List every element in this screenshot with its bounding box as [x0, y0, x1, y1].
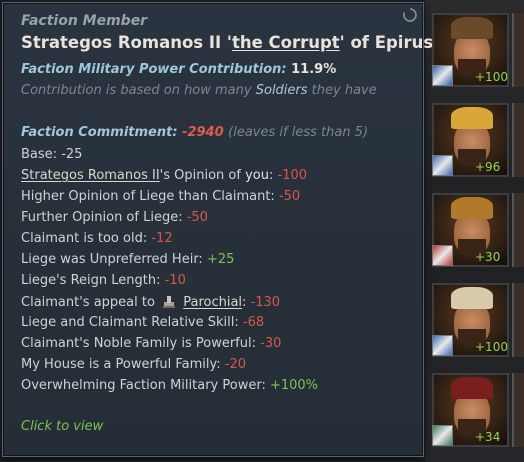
headwear: [451, 197, 493, 219]
military-power-line: Faction Military Power Contribution: 11.…: [21, 62, 336, 77]
modifier-row: Liege's Reign Length: -10: [21, 273, 186, 288]
modifier-row: Overwhelming Faction Military Power: +10…: [21, 378, 318, 393]
power-label: Faction Military Power Contribution:: [21, 62, 287, 77]
row-value: -25: [61, 147, 83, 162]
contribution-note: Contribution is based on how many Soldie…: [21, 83, 377, 98]
opinion-score: +96: [475, 160, 501, 174]
character-link[interactable]: Strategos Romanos II: [21, 168, 160, 183]
headwear: [451, 107, 493, 129]
character-title: Strategos Romanos II 'the Corrupt' of Ep…: [21, 33, 433, 52]
title-suffix: ' of Epirus: [339, 33, 434, 52]
row-value: -30: [260, 336, 282, 351]
opinion-score: +100: [475, 340, 508, 354]
modifier-row: Claimant is too old: -12: [21, 231, 173, 246]
row-value: -130: [250, 295, 281, 310]
headwear: [451, 17, 493, 39]
row-label: Higher Opinion of Liege than Claimant:: [21, 189, 279, 204]
modifier-row: Higher Opinion of Liege than Claimant: -…: [21, 189, 300, 204]
coat-of-arms-icon[interactable]: [432, 245, 453, 266]
modifier-row: Liege and Claimant Relative Skill: -68: [21, 315, 264, 330]
modifier-row: My House is a Powerful Family: -20: [21, 357, 246, 372]
next-portrait-edge[interactable]: [512, 283, 524, 357]
tooltip-header: Faction Member: [21, 13, 148, 29]
coat-of-arms-icon[interactable]: [432, 335, 453, 356]
row-label: Overwhelming Faction Military Power:: [21, 378, 270, 393]
commit-value: -2940: [182, 125, 224, 140]
row-value: -50: [278, 189, 301, 204]
faction-commitment-line: Faction Commitment: -2940 (leaves if les…: [21, 125, 368, 140]
row-value: -50: [186, 210, 208, 225]
coat-of-arms-icon[interactable]: [432, 65, 453, 86]
next-portrait-edge[interactable]: [512, 193, 524, 267]
culture-tradition-icon: [163, 296, 176, 308]
row-label: Claimant's Noble Family is Powerful:: [21, 336, 261, 351]
next-portrait-edge[interactable]: [512, 103, 524, 177]
row-label: 's Opinion of: [159, 168, 241, 183]
row-label: My House is a Powerful Family:: [21, 357, 225, 372]
modifier-row: Liege was Unpreferred Heir: +25: [21, 252, 234, 267]
coat-of-arms-icon[interactable]: [432, 155, 453, 176]
row-value: -12: [151, 231, 173, 246]
contrib-text-end: they have: [311, 83, 377, 98]
power-value: 11.9%: [291, 62, 337, 77]
row-value: +25: [206, 252, 235, 267]
loading-spinner-icon: [403, 8, 417, 22]
click-to-view-hint: Click to view: [21, 419, 104, 434]
modifier-row: Further Opinion of Liege: -50: [21, 210, 208, 225]
appeal-row: Claimant's appeal to Parochial: -130: [21, 295, 281, 310]
coat-of-arms-icon[interactable]: [432, 425, 453, 446]
row-value: +100%: [269, 378, 319, 393]
you-label: you: [245, 168, 269, 183]
opinion-score: +34: [475, 430, 501, 444]
row-label: Base:: [21, 147, 58, 162]
row-value: -20: [224, 357, 247, 372]
title-epithet-link[interactable]: the Corrupt: [232, 33, 340, 52]
row-value: -10: [164, 273, 186, 288]
next-portrait-edge[interactable]: [512, 373, 524, 447]
row-label: Liege's Reign Length:: [21, 273, 165, 288]
row-value: -100: [277, 168, 308, 183]
modifier-row: Claimant's Noble Family is Powerful: -30: [21, 336, 281, 351]
row-value: -68: [242, 315, 265, 330]
headwear: [451, 377, 493, 399]
next-portrait-edge[interactable]: [512, 13, 524, 87]
row-label: Liege and Claimant Relative Skill:: [21, 315, 243, 330]
opinion-score: +100: [475, 70, 508, 84]
headwear: [451, 287, 493, 309]
parochial-link[interactable]: Parochial: [183, 295, 242, 310]
opinion-score: +30: [475, 250, 501, 264]
title-name: Strategos Romanos II ': [21, 33, 232, 52]
row-label: Further Opinion of Liege:: [21, 210, 187, 225]
row-label: Claimant is too old:: [21, 231, 152, 246]
commit-label: Faction Commitment:: [21, 125, 178, 140]
base-row: Base: -25: [21, 147, 82, 162]
contrib-text: Contribution is based on how many: [21, 83, 252, 98]
faction-member-tooltip: Faction Member Strategos Romanos II 'the…: [2, 2, 433, 457]
commit-note: (leaves if less than 5): [228, 125, 369, 140]
opinion-row: Strategos Romanos II's Opinion of you: -…: [21, 168, 308, 183]
soldiers-link[interactable]: Soldiers: [256, 83, 308, 98]
row-label: Claimant's appeal to: [21, 295, 155, 310]
row-label: Liege was Unpreferred Heir:: [21, 252, 207, 267]
